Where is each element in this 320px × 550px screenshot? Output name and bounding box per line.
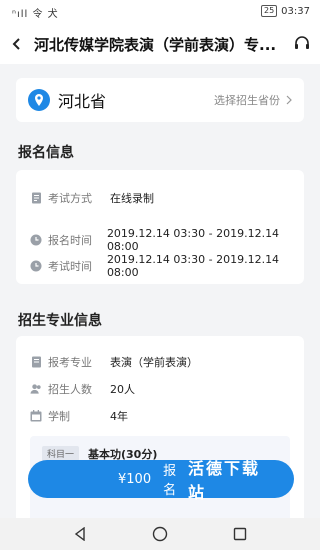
exam-time-row: 考试时间 2019.12.14 03:30 - 2019.12.14 08:00 <box>30 253 304 279</box>
exam-method-row: 考试方式 在线录制 <box>30 190 154 206</box>
registration-card: 考试方式 在线录制 报名时间 2019.12.14 03:30 - 2019.1… <box>16 170 304 284</box>
major-row: 报考专业 表演（学前表演） <box>30 354 198 370</box>
system-nav-bar <box>0 518 320 550</box>
signal-icons: ⁿıll 令 犬 <box>12 9 59 20</box>
subject-tag: 科目一 <box>42 446 80 461</box>
page-title: 河北传媒学院表演（学前表演）专... <box>34 35 277 54</box>
back-arrow-icon <box>12 38 20 50</box>
customer-service-button[interactable] <box>284 24 320 64</box>
register-button[interactable]: ¥100 报名 活德下载站 <box>28 459 294 502</box>
clock-icon <box>30 260 42 272</box>
enrollment-count-label: 招生人数 <box>48 383 92 396</box>
province-selector[interactable]: 河北省 选择招生省份 <box>16 78 304 122</box>
exam-method-label: 考试方式 <box>48 192 92 205</box>
watermark-label: 活德下载站 <box>187 459 260 502</box>
select-province-label: 选择招生省份 <box>214 94 280 107</box>
back-button[interactable] <box>0 24 34 64</box>
book-icon <box>30 356 42 368</box>
exam-time-value: 2019.12.14 03:30 - 2019.12.14 08:00 <box>106 253 280 279</box>
register-label: 报名 <box>163 464 177 498</box>
battery-icon: 25 <box>260 5 278 17</box>
chevron-right-icon <box>286 95 292 105</box>
recents-square-icon[interactable] <box>233 527 247 541</box>
status-bar: ⁿıll 令 犬 25 03:37 <box>0 0 320 24</box>
registration-time-label: 报名时间 <box>48 234 92 247</box>
calendar-icon <box>30 410 42 422</box>
clock: 03:37 <box>281 5 310 17</box>
major-value: 表演（学前表演） <box>110 356 198 369</box>
exam-method-value: 在线录制 <box>110 192 154 205</box>
duration-value: 4年 <box>110 410 128 423</box>
major-label: 报考专业 <box>48 356 92 369</box>
enrollment-count-value: 20人 <box>110 383 135 396</box>
clock-icon <box>30 234 42 246</box>
back-triangle-icon[interactable] <box>73 527 87 541</box>
duration-row: 学制 4年 <box>30 408 128 424</box>
people-icon <box>30 383 42 395</box>
exam-time-label: 考试时间 <box>48 260 92 273</box>
registration-time-row: 报名时间 2019.12.14 03:30 - 2019.12.14 08:00 <box>30 227 304 253</box>
select-province-link[interactable]: 选择招生省份 <box>214 92 292 108</box>
province-name: 河北省 <box>58 92 107 111</box>
registration-time-value: 2019.12.14 03:30 - 2019.12.14 08:00 <box>106 227 280 253</box>
headset-icon <box>295 36 309 49</box>
header: 河北传媒学院表演（学前表演）专... <box>0 24 320 64</box>
status-right: 25 03:37 <box>260 5 310 17</box>
location-pin-icon <box>28 89 50 111</box>
document-icon <box>30 192 42 204</box>
home-circle-icon[interactable] <box>152 526 168 542</box>
major-section-title: 招生专业信息 <box>18 313 102 329</box>
price: ¥100 <box>118 471 152 487</box>
duration-label: 学制 <box>48 410 70 423</box>
enrollment-count-row: 招生人数 20人 <box>30 381 135 397</box>
registration-section-title: 报名信息 <box>18 145 74 161</box>
